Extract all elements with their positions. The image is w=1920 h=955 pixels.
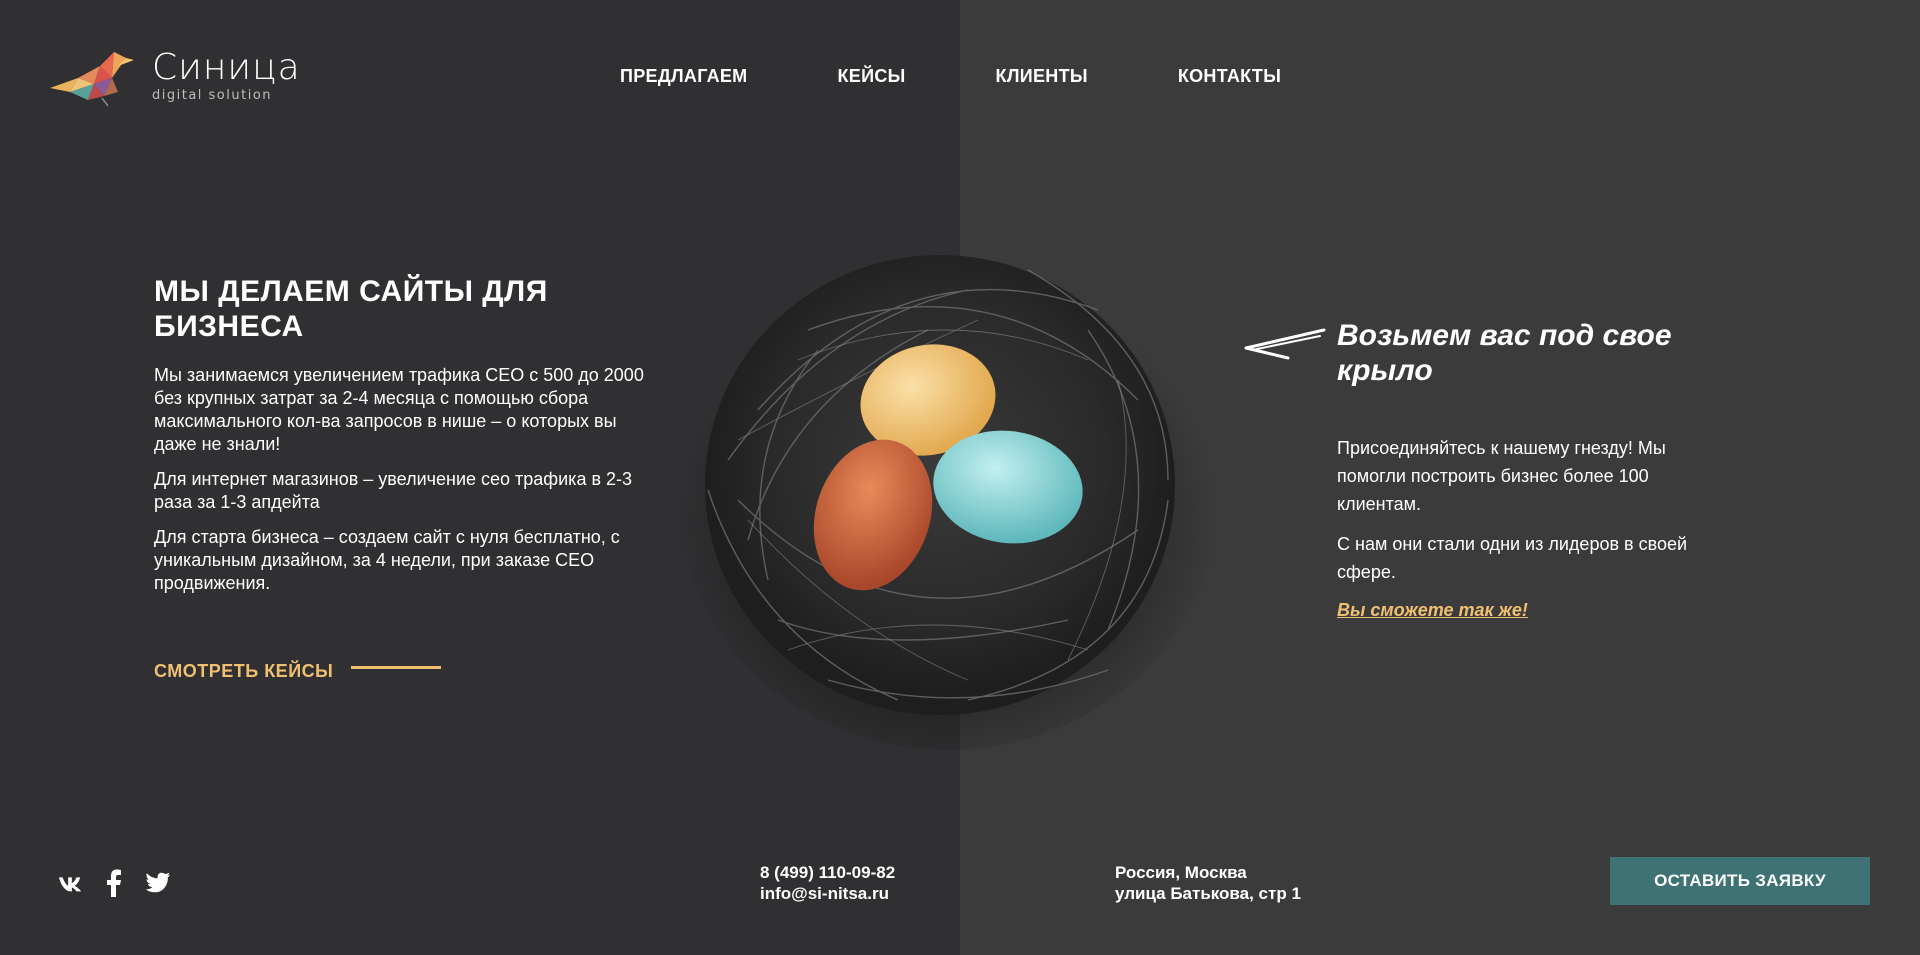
- hero-paragraph: Для интернет магазинов – увеличение сео …: [154, 469, 633, 512]
- wing-paragraph: Присоединяйтесь к нашему гнезду! Мы помо…: [1337, 438, 1666, 514]
- hero-paragraph: Для старта бизнеса – создаем сайт с нуля…: [154, 527, 620, 593]
- nav-item-clients[interactable]: КЛИЕНТЫ: [996, 66, 1088, 87]
- facebook-icon[interactable]: [101, 869, 127, 897]
- vk-icon[interactable]: [57, 870, 83, 896]
- hero-title: МЫ ДЕЛАЕМ САЙТЫ ДЛЯ БИЗНЕСА: [154, 275, 548, 343]
- hand-drawn-arrow-icon: [1244, 328, 1326, 360]
- bird-logo-icon: [50, 52, 134, 107]
- wing-title: Возьмем вас под свое крыло: [1337, 319, 1672, 387]
- hero-description: Мы занимаемся увеличением трафика СЕО с …: [154, 364, 644, 607]
- address-city: Россия, Москва: [1115, 863, 1247, 882]
- nav-item-contacts[interactable]: КОНТАКТЫ: [1178, 66, 1281, 87]
- address-info: Россия, Москва улица Батькова, стр 1: [1115, 862, 1301, 904]
- view-cases-label: СМОТРЕТЬ КЕЙСЫ: [154, 661, 334, 681]
- nest-with-eggs-image: [668, 200, 1228, 750]
- logo-tagline: digital solution: [152, 88, 273, 103]
- address-street: улица Батькова, стр 1: [1115, 884, 1301, 903]
- leave-request-button[interactable]: ОСТАВИТЬ ЗАЯВКУ: [1610, 857, 1870, 905]
- site-logo[interactable]: Синица digital solution: [48, 48, 300, 108]
- wing-description: Присоединяйтесь к нашему гнезду! Мы помо…: [1337, 434, 1717, 598]
- email-address[interactable]: info@si-nitsa.ru: [760, 883, 895, 904]
- main-nav: ПРЕДЛАГАЕМ КЕЙСЫ КЛИЕНТЫ КОНТАКТЫ: [620, 66, 1371, 87]
- contact-info: 8 (499) 110-09-82 info@si-nitsa.ru: [760, 862, 895, 904]
- nav-item-cases[interactable]: КЕЙСЫ: [837, 66, 905, 87]
- you-can-too-link[interactable]: Вы сможете так же!: [1337, 600, 1528, 621]
- view-cases-underline: [351, 666, 442, 669]
- twitter-icon[interactable]: [145, 870, 171, 896]
- view-cases-link[interactable]: СМОТРЕТЬ КЕЙСЫ: [154, 661, 442, 682]
- hero-paragraph: Мы занимаемся увеличением трафика СЕО с …: [154, 365, 644, 454]
- logo-name: Синица: [152, 47, 301, 88]
- nav-item-offer[interactable]: ПРЕДЛАГАЕМ: [620, 66, 747, 87]
- wing-paragraph: С нам они стали одни из лидеров в своей …: [1337, 534, 1688, 582]
- social-links: [57, 869, 171, 897]
- phone-number[interactable]: 8 (499) 110-09-82: [760, 862, 895, 883]
